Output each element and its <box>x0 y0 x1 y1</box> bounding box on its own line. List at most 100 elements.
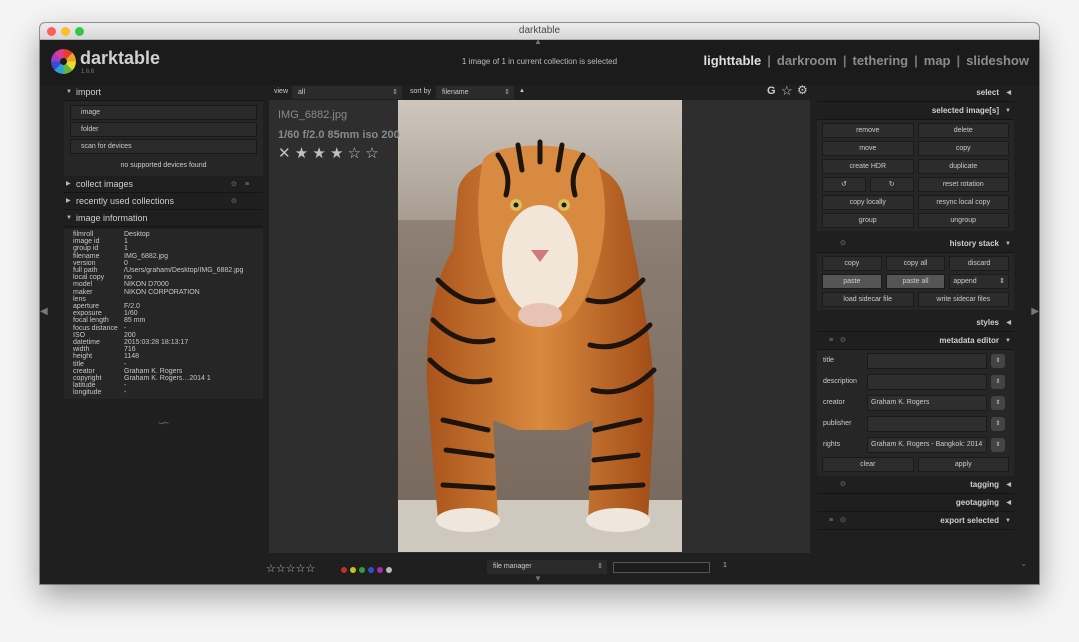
view-map[interactable]: map <box>924 53 951 68</box>
collapsed-icon: ◀ <box>1006 320 1011 326</box>
title-field[interactable] <box>867 353 987 369</box>
chevron-updown-icon[interactable]: ⇕ <box>991 417 1005 431</box>
module-export-header[interactable]: ≡ ⊙ export selected ▼ <box>817 512 1014 530</box>
publisher-field[interactable] <box>867 416 987 432</box>
thumbnail-filename: IMG_6882.jpg <box>278 109 348 121</box>
view-lighttable[interactable]: lighttable <box>703 53 761 68</box>
module-select-header[interactable]: select ◀ <box>817 84 1014 102</box>
gear-icon[interactable]: ⚙ <box>797 83 808 97</box>
reset-icon[interactable]: ⊙ <box>840 512 846 530</box>
module-history-header[interactable]: ⊙ history stack ▼ <box>817 235 1014 253</box>
presets-icon[interactable]: ≡ <box>829 512 833 530</box>
info-row: lens <box>73 296 263 303</box>
copy-button[interactable]: copy <box>917 141 1009 156</box>
collapse-top-panel-icon[interactable]: ▲ <box>534 37 542 46</box>
sort-dropdown[interactable]: filename ⇕ <box>436 86 514 99</box>
paste-mode-dropdown[interactable]: append ⇕ <box>949 274 1009 289</box>
reset-icon[interactable]: ⊙ <box>840 476 846 494</box>
chevron-updown-icon[interactable]: ⇕ <box>991 438 1005 452</box>
create-hdr-button[interactable]: create HDR <box>822 159 914 174</box>
thumbnail-cell[interactable]: IMG_6882.jpg 1/60 f/2.0 85mm iso 200 ✕ ★… <box>269 100 810 553</box>
color-label-dot[interactable] <box>386 567 392 573</box>
history-paste-button[interactable]: paste <box>822 274 882 289</box>
sort-direction-button[interactable]: ▲ <box>519 88 525 94</box>
history-paste-all-button[interactable]: paste all <box>885 274 946 289</box>
star-overlay-icon[interactable]: ☆ <box>781 83 793 99</box>
reset-icon[interactable]: ⊙ <box>840 332 846 350</box>
scroll-down-icon[interactable]: ⌄ <box>1020 559 1027 568</box>
description-field[interactable] <box>867 374 987 390</box>
color-label-dot[interactable] <box>341 567 347 573</box>
module-tagging-header[interactable]: ⊙ tagging ◀ <box>817 476 1014 494</box>
presets-icon[interactable]: ≡ <box>829 332 833 350</box>
chevron-updown-icon[interactable]: ⇕ <box>991 396 1005 410</box>
creator-field[interactable]: Graham K. Rogers <box>867 395 987 411</box>
rotate-cw-icon[interactable]: ↻ <box>869 177 914 192</box>
sidecar-buttons: load sidecar file write sidecar files <box>817 292 1014 310</box>
collapse-left-panel-icon[interactable]: ◀ <box>40 306 48 317</box>
grouping-button[interactable]: G <box>767 85 776 97</box>
top-bar: darktable 1.6.6 1 image of 1 in current … <box>40 40 1039 85</box>
load-sidecar-button[interactable]: load sidecar file <box>822 292 914 307</box>
module-recent-header[interactable]: ▶ recently used collections ⊙ <box>64 193 263 210</box>
info-key: full path <box>73 267 98 275</box>
remove-button[interactable]: remove <box>822 123 914 138</box>
history-discard-button[interactable]: discard <box>949 256 1009 271</box>
presets-icon[interactable]: ≡ <box>245 176 249 193</box>
rating-filter-stars[interactable]: ☆☆☆☆☆ <box>266 562 315 575</box>
color-label-dot[interactable] <box>350 567 356 573</box>
import-folder-button[interactable]: folder <box>70 122 257 137</box>
rotate-ccw-icon[interactable]: ↺ <box>822 177 866 192</box>
expanded-icon: ▼ <box>1005 241 1011 247</box>
collapse-right-panel-icon[interactable]: ▶ <box>1031 306 1039 317</box>
tiger-photo[interactable] <box>398 100 682 552</box>
color-label-filter[interactable] <box>341 565 395 576</box>
thumbnail-star-rating[interactable]: ✕ ★ ★ ★ ☆ ☆ <box>278 144 400 162</box>
color-label-dot[interactable] <box>377 567 383 573</box>
module-selected-header[interactable]: selected image[s] ▼ <box>817 102 1014 120</box>
import-image-button[interactable]: image <box>70 105 257 120</box>
layout-dropdown[interactable]: file manager ⇕ <box>487 560 607 574</box>
copy-locally-button[interactable]: copy locally <box>822 195 914 210</box>
module-info-header[interactable]: ▼ image information <box>64 210 263 227</box>
chevron-updown-icon[interactable]: ⇕ <box>991 354 1005 368</box>
reset-rotation-button[interactable]: reset rotation <box>917 177 1009 192</box>
view-darkroom[interactable]: darkroom <box>777 53 837 68</box>
reset-icon[interactable]: ⊙ <box>231 176 237 193</box>
zoom-entry[interactable]: 1 <box>723 562 727 569</box>
view-filter-dropdown[interactable]: all ⇕ <box>292 86 402 99</box>
info-value: Graham K. Rogers <box>124 367 183 375</box>
color-label-dot[interactable] <box>359 567 365 573</box>
scan-devices-button[interactable]: scan for devices <box>70 139 257 154</box>
metadata-apply-button[interactable]: apply <box>917 457 1009 472</box>
rights-field[interactable]: Graham K. Rogers - Bangkok: 2014 <box>867 437 987 453</box>
move-button[interactable]: move <box>822 141 914 156</box>
module-metadata-header[interactable]: ≡ ⊙ metadata editor ▼ <box>817 332 1014 350</box>
module-geotagging-header[interactable]: geotagging ◀ <box>817 494 1014 512</box>
module-collect-header[interactable]: ▶ collect images ⊙ ≡ <box>64 176 263 193</box>
ungroup-button[interactable]: ungroup <box>917 213 1009 228</box>
write-sidecar-button[interactable]: write sidecar files <box>917 292 1009 307</box>
reset-icon[interactable]: ⊙ <box>840 235 846 253</box>
zoom-slider[interactable] <box>613 562 710 573</box>
view-slideshow[interactable]: slideshow <box>966 53 1029 68</box>
duplicate-button[interactable]: duplicate <box>917 159 1009 174</box>
view-tethering[interactable]: tethering <box>853 53 909 68</box>
history-copy-all-button[interactable]: copy all <box>885 256 946 271</box>
chevron-updown-icon[interactable]: ⇕ <box>991 375 1005 389</box>
info-key: width <box>73 346 90 354</box>
module-import-header[interactable]: ▼ import <box>64 84 263 101</box>
color-label-dot[interactable] <box>368 567 374 573</box>
resync-local-copy-button[interactable]: resync local copy <box>917 195 1009 210</box>
info-row: local copy no <box>73 274 263 281</box>
info-value: /Users/graham/Desktop/IMG_6882.jpg <box>124 267 244 275</box>
view-label: view <box>274 88 289 95</box>
history-copy-button[interactable]: copy <box>822 256 882 271</box>
delete-button[interactable]: delete <box>917 123 1009 138</box>
left-panel: ▼ import image folder scan for devices no… <box>64 84 263 560</box>
reset-icon[interactable]: ⊙ <box>231 193 237 210</box>
module-styles-header[interactable]: styles ◀ <box>817 314 1014 332</box>
info-row: width 716 <box>73 346 263 353</box>
group-button[interactable]: group <box>822 213 914 228</box>
metadata-clear-button[interactable]: clear <box>822 457 914 472</box>
